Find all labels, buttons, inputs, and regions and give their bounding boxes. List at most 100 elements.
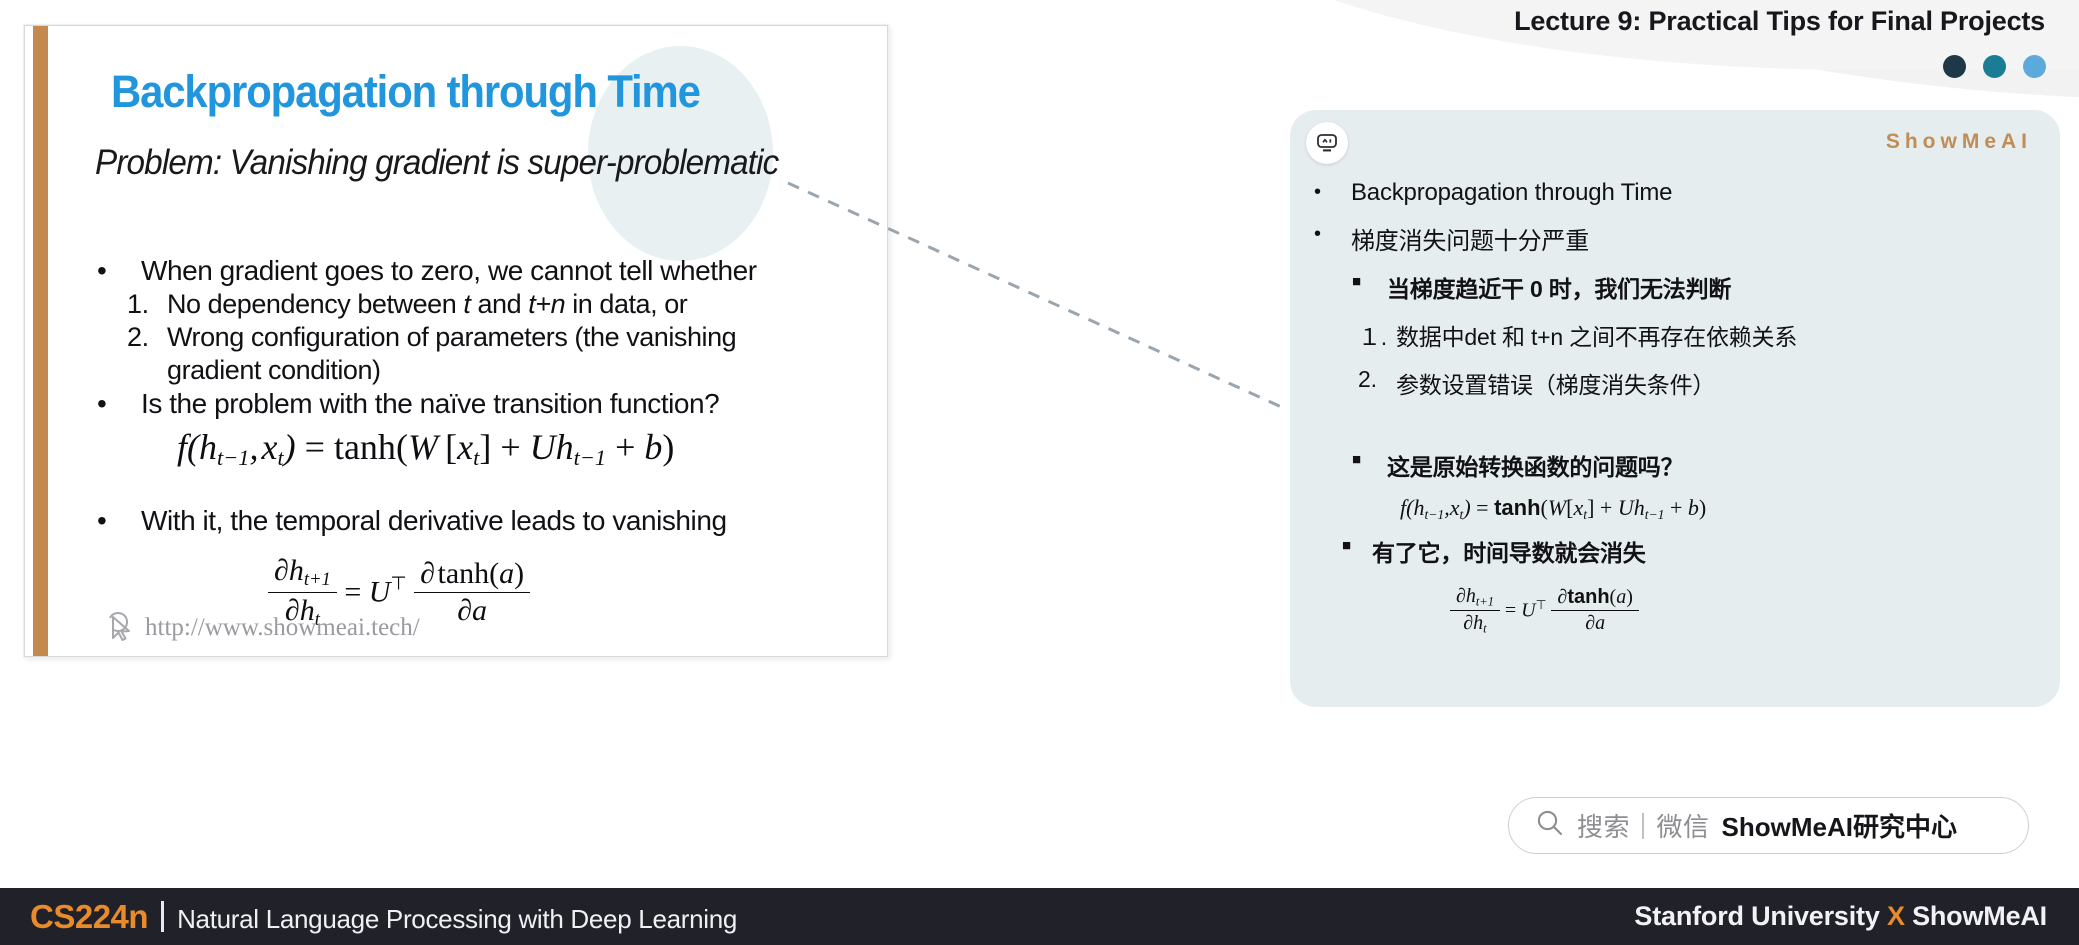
eq2-eq: = [344, 575, 362, 609]
note-marker-square: ■ [1352, 451, 1361, 468]
neq2-denominator: ∂ht [1450, 610, 1500, 636]
neq2-transpose: ⊤ [1535, 597, 1547, 612]
eq1-eq: = [304, 427, 325, 467]
lecture-slide: Backpropagation through Time Problem: Va… [24, 25, 888, 657]
footer-x-separator: X [1886, 901, 1905, 931]
note-item: １. 数据中det 和 t+n 之间不再存在依赖关系 [1290, 311, 2060, 359]
slide-equation-1: f(ht−1, xt) = tanh(W [xt] + Uht−1 + b) [177, 426, 674, 471]
slide-title: Backpropagation through Time [111, 66, 701, 117]
eq2-numerator-2: ∂ tanh(a) [414, 557, 530, 592]
search-bar[interactable]: 搜索｜微信 ShowMeAI研究中心 [1508, 797, 2029, 854]
neq1-h2: h [1633, 495, 1645, 520]
note-marker: 2. [1358, 366, 1377, 392]
eq2-h: h [288, 554, 304, 587]
cursor-icon [105, 609, 135, 646]
footer-bar: CS224n Natural Language Processing with … [0, 888, 2079, 945]
neq1-x: x [1449, 495, 1460, 520]
eq1-W: W [407, 427, 438, 467]
eq2-U: U [368, 575, 391, 609]
eq1-f: f [177, 427, 188, 467]
partial-icon: ∂ [1585, 612, 1596, 635]
neq1-rp2: ) [1698, 495, 1707, 520]
search-placeholder-label: 搜索｜微信 [1577, 812, 1710, 842]
neq1-x2: x [1573, 495, 1584, 520]
bullet-text-post: in data, or [565, 289, 688, 320]
note-text: Backpropagation through Time [1351, 179, 1673, 206]
slide-bullet-list: • When gradient goes to zero, we cannot … [89, 254, 865, 421]
bullet-text: When gradient goes to zero, we cannot te… [141, 255, 757, 286]
neq1-h-sub: t−1 [1424, 506, 1445, 522]
notes-panel: ShowMeAI • Backpropagation through Time … [1290, 110, 2060, 707]
neq2-h-sub: t+1 [1475, 594, 1494, 609]
dot-dark-icon [1943, 55, 1966, 78]
slide-accent-bar [33, 26, 48, 656]
showmeai-brand-logo: ShowMeAI [1885, 130, 2032, 153]
eq1-plus2: + [615, 427, 636, 467]
bullet-item: 1. No dependency between t and t+n in da… [89, 288, 865, 321]
robot-face-icon [1306, 122, 1348, 164]
bullet-text-mid: and [470, 289, 529, 320]
eq1-lp: ( [187, 427, 200, 467]
neq1-lp2: ( [1540, 495, 1548, 520]
neq1-b: b [1687, 495, 1699, 520]
neq1-lbrack: [ [1566, 495, 1574, 520]
bullet-marker: • [97, 255, 107, 286]
bullet-marker [127, 354, 167, 387]
bullet-text: With it, the temporal derivative leads t… [141, 505, 727, 536]
neq2-eq: = [1504, 599, 1517, 622]
eq1-rp2: ) [662, 427, 675, 467]
lecture-title: Lecture 9: Practical Tips for Final Proj… [1514, 6, 2045, 36]
eq1-rp: ) [283, 427, 296, 467]
note-item: 2. 参数设置错误（梯度消失条件） [1290, 359, 2060, 407]
neq2-numerator: ∂ht+1 [1450, 585, 1500, 610]
dot-teal-icon [1983, 55, 2006, 78]
neq1-plus: + [1599, 495, 1613, 520]
neq2-rp: ) [1626, 586, 1633, 609]
partial-icon: ∂ [420, 557, 435, 591]
eq2-a2: a [472, 594, 488, 628]
neq2-h: h [1465, 584, 1476, 607]
eq2-h-sub: t+1 [303, 569, 331, 591]
search-icon [1535, 808, 1565, 843]
bullet-emph-tn: t+n [528, 289, 566, 320]
neq1-h2-sub: t−1 [1644, 506, 1665, 522]
note-spacer [1290, 407, 2060, 441]
dot-lightblue-icon [2023, 55, 2046, 78]
neq1-tanh: tanh [1494, 495, 1541, 520]
bullet-marker: • [97, 387, 107, 419]
eq2-transpose: ⊤ [390, 573, 407, 595]
footer-partner: ShowMeAI [1904, 901, 2047, 931]
eq1-lbrack: [ [445, 427, 458, 467]
note-item: ■ 有了它，时间导数就会消失 [1290, 527, 2060, 575]
neq2-rhs-fraction: ∂tanh(a) ∂a [1551, 586, 1639, 635]
eq2-numerator: ∂ht+1 [268, 554, 337, 592]
eq2-a: a [499, 557, 515, 591]
note-text: 数据中det 和 t+n 之间不再存在依赖关系 [1396, 324, 1798, 350]
partial-icon: ∂ [457, 594, 473, 628]
note-marker: • [1314, 223, 1321, 245]
eq1-h2-sub: t−1 [573, 445, 607, 471]
neq1-plus2: + [1670, 495, 1683, 520]
slide-watermark: http://www.showmeai.tech/ [105, 609, 420, 646]
partial-icon: ∂ [1456, 584, 1466, 607]
bullet-item: 2. Wrong configuration of parameters (th… [89, 321, 865, 354]
bullet-marker: 2. [127, 322, 149, 353]
neq1-U: U [1617, 495, 1634, 520]
eq1-h-sub: t−1 [217, 445, 250, 471]
neq2-a2: a [1595, 612, 1606, 635]
bullet-text: No dependency between t and t+n in data,… [167, 288, 865, 321]
note-text: 当梯度趋近干 0 时，我们无法判断 [1387, 276, 1732, 302]
neq1-h: h [1413, 495, 1425, 520]
slide-subtitle: Problem: Vanishing gradient is super-pro… [95, 143, 779, 183]
neq2-numerator-2: ∂tanh(a) [1551, 586, 1638, 610]
note-text: 参数设置错误（梯度消失条件） [1396, 372, 1716, 398]
neq2-tanh: tanh [1567, 586, 1610, 609]
footer-university: Stanford University [1634, 901, 1887, 931]
neq2-U: U [1521, 599, 1536, 622]
eq1-plus: + [500, 427, 521, 467]
neq2-denominator-2: ∂a [1551, 610, 1639, 635]
bullet-item: • Is the problem with the naïve transiti… [89, 387, 865, 421]
eq1-comma: , [249, 427, 259, 467]
note-marker-square: ■ [1352, 273, 1361, 290]
course-subtitle: Natural Language Processing with Deep Le… [177, 904, 738, 934]
